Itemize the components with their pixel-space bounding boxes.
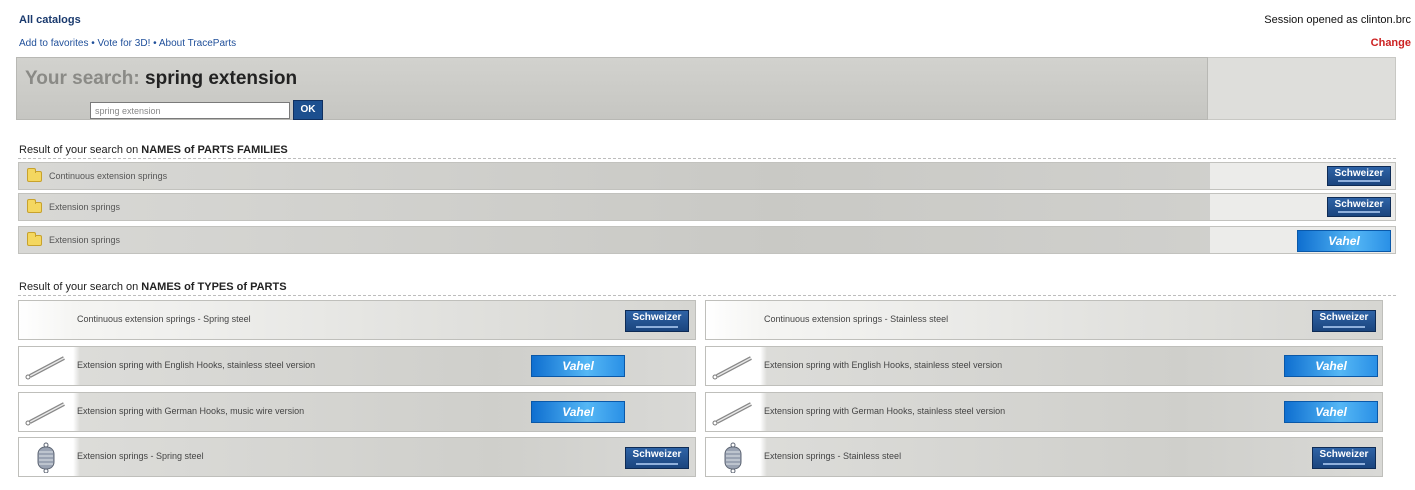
types-title-prefix: Result of your search on <box>19 281 142 293</box>
search-label: Your search: <box>25 68 140 89</box>
family-name: Continuous extension springs <box>49 171 168 181</box>
type-item[interactable]: Extension spring with English Hooks, sta… <box>18 346 696 386</box>
spring-rod-icon <box>25 402 65 426</box>
folder-icon <box>27 232 42 246</box>
family-name: Extension springs <box>49 235 121 245</box>
type-item[interactable]: Continuous extension springs - Spring st… <box>18 300 696 340</box>
all-catalogs-link[interactable]: All catalogs <box>19 14 81 26</box>
brand-cell: Schweizer <box>1210 163 1395 189</box>
vahel-logo[interactable]: Vahel <box>1284 401 1378 423</box>
spring-rod-icon <box>712 356 752 380</box>
type-name: Continuous extension springs - Stainless… <box>764 314 949 324</box>
link-separator: • <box>150 38 159 49</box>
spring-rod-icon <box>712 402 752 426</box>
type-item[interactable]: Extension spring with German Hooks, stai… <box>705 392 1383 432</box>
ok-button[interactable]: OK <box>293 100 323 120</box>
change-link[interactable]: Change <box>1371 37 1411 49</box>
schweizer-logo[interactable]: Schweizer <box>1327 166 1391 186</box>
brand-cell: Schweizer <box>1210 194 1395 220</box>
type-name: Extension spring with German Hooks, musi… <box>77 406 305 416</box>
coil-spring-icon <box>724 442 742 473</box>
schweizer-logo[interactable]: Schweizer <box>1312 310 1376 332</box>
type-item[interactable]: Extension springs - Stainless steel Schw… <box>705 437 1383 477</box>
schweizer-logo[interactable]: Schweizer <box>1312 447 1376 469</box>
divider <box>18 295 1396 296</box>
session-status: Session opened as clinton.brc <box>1264 14 1411 26</box>
search-panel-side <box>1208 57 1396 120</box>
search-query: spring extension <box>145 68 298 89</box>
type-item[interactable]: Continuous extension springs - Stainless… <box>705 300 1383 340</box>
search-title: Your search: spring extension <box>25 68 297 90</box>
vahel-logo[interactable]: Vahel <box>531 355 625 377</box>
family-row[interactable]: Extension springs Vahel <box>18 226 1396 254</box>
header-links: Add to favorites • Vote for 3D! • About … <box>19 38 236 49</box>
type-name: Extension springs - Stainless steel <box>764 451 902 461</box>
schweizer-logo[interactable]: Schweizer <box>1327 197 1391 217</box>
vote-for-3d-link[interactable]: Vote for 3D! <box>98 38 151 49</box>
type-name: Continuous extension springs - Spring st… <box>77 314 251 324</box>
search-input[interactable] <box>90 102 290 119</box>
family-row[interactable]: Extension springs Schweizer <box>18 193 1396 221</box>
types-title-bold: NAMES of TYPES of PARTS <box>141 281 287 293</box>
type-name: Extension spring with English Hooks, sta… <box>764 360 1003 370</box>
brand-cell: Vahel <box>1210 227 1395 253</box>
add-to-favorites-link[interactable]: Add to favorites <box>19 38 88 49</box>
type-name: Extension springs - Spring steel <box>77 451 204 461</box>
top-bar: All catalogs Session opened as clinton.b… <box>0 0 1415 40</box>
search-panel: Your search: spring extension OK <box>16 57 1208 120</box>
about-traceparts-link[interactable]: About TraceParts <box>159 38 236 49</box>
schweizer-logo[interactable]: Schweizer <box>625 447 689 469</box>
families-title-prefix: Result of your search on <box>19 144 142 156</box>
family-name: Extension springs <box>49 202 121 212</box>
type-name: Extension spring with German Hooks, stai… <box>764 406 1006 416</box>
folder-icon <box>27 168 42 182</box>
types-section-title: Result of your search on NAMES of TYPES … <box>19 281 287 293</box>
vahel-logo[interactable]: Vahel <box>1284 355 1378 377</box>
type-item[interactable]: Extension spring with English Hooks, sta… <box>705 346 1383 386</box>
schweizer-logo[interactable]: Schweizer <box>625 310 689 332</box>
coil-spring-icon <box>37 442 55 473</box>
link-separator: • <box>88 38 98 49</box>
type-item[interactable]: Extension springs - Spring steel Schweiz… <box>18 437 696 477</box>
vahel-logo[interactable]: Vahel <box>1297 230 1391 252</box>
type-item[interactable]: Extension spring with German Hooks, musi… <box>18 392 696 432</box>
families-title-bold: NAMES of PARTS FAMILIES <box>141 144 288 156</box>
vahel-logo[interactable]: Vahel <box>531 401 625 423</box>
family-row[interactable]: Continuous extension springs Schweizer <box>18 162 1396 190</box>
folder-icon <box>27 199 42 213</box>
families-section-title: Result of your search on NAMES of PARTS … <box>19 144 288 156</box>
divider <box>18 158 1396 159</box>
type-name: Extension spring with English Hooks, sta… <box>77 360 316 370</box>
spring-rod-icon <box>25 356 65 380</box>
